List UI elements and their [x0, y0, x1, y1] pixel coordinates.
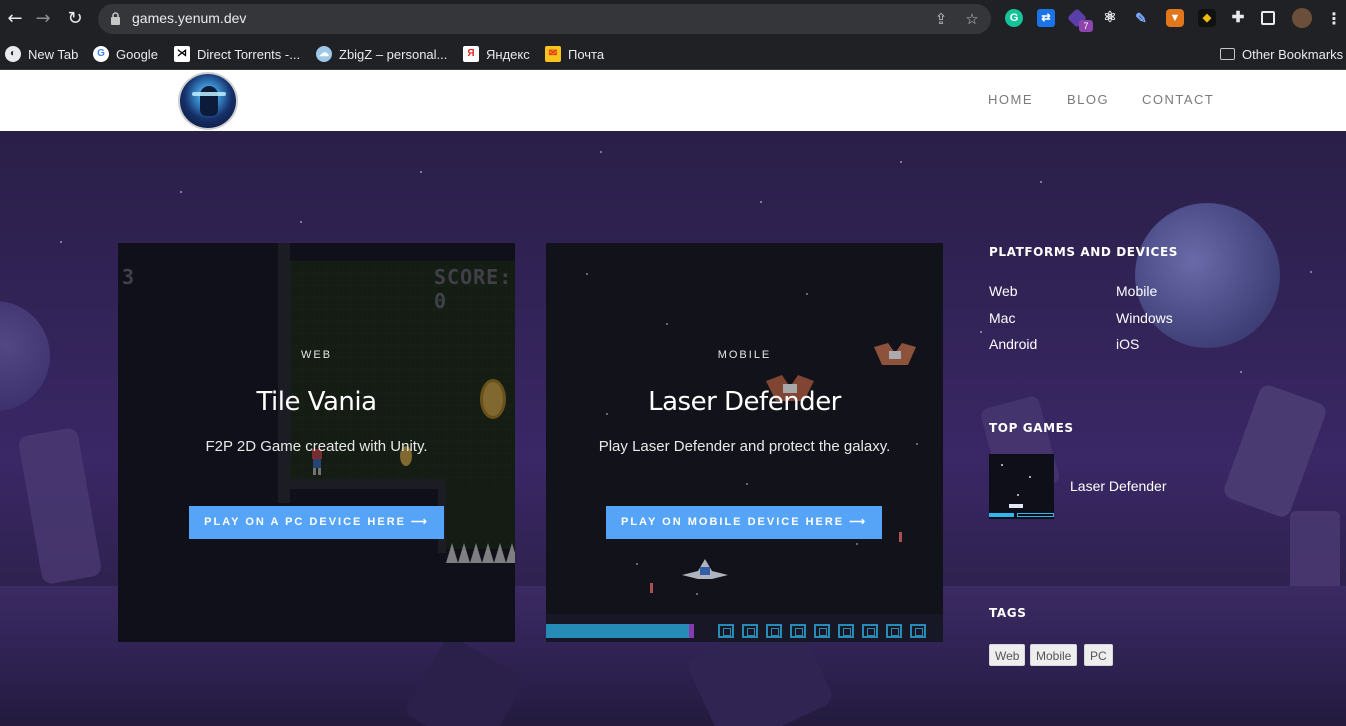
bookmark-label: New Tab [28, 46, 79, 62]
game-title[interactable]: Tile Vania [118, 387, 515, 417]
play-mobile-button[interactable]: PLAY ON MOBILE DEVICE HERE ⟶ [606, 506, 882, 539]
logo-visor [192, 92, 226, 96]
folder-icon [1220, 48, 1235, 60]
tag-web[interactable]: Web [989, 644, 1026, 666]
bookmark-zbigz[interactable]: ☁ ZbigZ – personal... [316, 44, 447, 64]
hero-section: 3 SCORE: 0 WEB Tile Vania F2P 2D Game cr… [0, 131, 1346, 726]
back-icon[interactable]: ← [4, 8, 26, 30]
bookmark-yandex[interactable]: Я Яндекс [463, 44, 530, 64]
bookmark-label: Google [116, 46, 158, 62]
game-platform-tag: WEB [300, 349, 333, 361]
url-text: games.yenum.dev [132, 10, 247, 26]
site-logo[interactable] [178, 72, 238, 130]
react-devtools-icon[interactable]: ⚛ [1101, 9, 1119, 27]
nav-contact[interactable]: CONTACT [1142, 92, 1214, 107]
game-description: F2P 2D Game created with Unity. [205, 438, 428, 455]
other-bookmarks[interactable]: Other Bookmarks [1220, 44, 1343, 64]
tags-heading: TAGS [989, 606, 1027, 620]
metamask-icon[interactable]: ▼ [1166, 9, 1184, 27]
lock-icon [111, 12, 120, 25]
globe-icon: ◐ [5, 46, 21, 62]
tag-mobile[interactable]: Mobile [1030, 644, 1078, 666]
reload-icon[interactable]: ↻ [64, 8, 86, 30]
game-description: Play Laser Defender and protect the gala… [598, 438, 891, 455]
extensions-puzzle-icon[interactable]: ✚ [1229, 9, 1247, 27]
profile-avatar[interactable] [1292, 8, 1312, 28]
bookmark-label: Яндекс [486, 46, 530, 62]
yandex-icon: Я [463, 46, 479, 62]
cloud-icon: ☁ [316, 46, 332, 62]
bookmark-label: Other Bookmarks [1242, 46, 1344, 62]
bookmark-label: Почта [568, 46, 605, 62]
platform-link-android[interactable]: Android [989, 336, 1037, 352]
top-game-thumbnail[interactable] [989, 454, 1054, 519]
top-game-link[interactable]: Laser Defender [1070, 478, 1167, 494]
bookmark-direct-torrents[interactable]: ⋊ Direct Torrents -... [174, 44, 300, 64]
background-planet-left [0, 301, 50, 411]
bookmark-label: ZbigZ – personal... [339, 46, 448, 62]
game-card-tile-vania[interactable]: 3 SCORE: 0 WEB Tile Vania F2P 2D Game cr… [118, 243, 515, 642]
background-planet [1135, 203, 1280, 348]
extension-badge: 7 [1079, 20, 1093, 32]
site-header: HOME BLOG CONTACT [0, 70, 1346, 131]
platform-link-ios[interactable]: iOS [1116, 336, 1139, 352]
bookmark-label: Direct Torrents -... [197, 46, 301, 62]
top-games-heading: TOP GAMES [989, 421, 1074, 435]
pen-extension-icon[interactable]: ✎ [1132, 9, 1150, 27]
grammarly-icon[interactable]: G [1005, 9, 1023, 27]
platform-link-mobile[interactable]: Mobile [1116, 283, 1157, 299]
tag-pc[interactable]: PC [1084, 644, 1113, 666]
platform-link-web[interactable]: Web [989, 283, 1018, 299]
play-pc-button[interactable]: PLAY ON A PC DEVICE HERE ⟶ [189, 506, 444, 539]
bookmark-mail[interactable]: ✉ Почта [545, 44, 604, 64]
torrent-icon: ⋊ [174, 46, 190, 62]
game-title[interactable]: Laser Defender [546, 387, 943, 417]
platform-link-windows[interactable]: Windows [1116, 310, 1173, 326]
nav-blog[interactable]: BLOG [1067, 92, 1109, 107]
nav-home[interactable]: HOME [988, 92, 1033, 107]
forward-icon[interactable]: → [32, 8, 54, 30]
platforms-heading: PLATFORMS AND DEVICES [989, 245, 1179, 259]
logo-figure [200, 86, 218, 116]
game-card-laser-defender[interactable]: MOBILE Laser Defender Play Laser Defende… [546, 243, 943, 642]
share-icon[interactable]: ⇪ [932, 10, 950, 28]
address-bar[interactable]: games.yenum.dev ⇪ ☆ [98, 4, 991, 34]
binance-icon[interactable]: ◆ [1198, 9, 1216, 27]
mail-icon: ✉ [545, 46, 561, 62]
bookmark-star-icon[interactable]: ☆ [963, 10, 981, 28]
platform-link-mac[interactable]: Mac [989, 310, 1015, 326]
game-platform-tag: MOBILE [717, 349, 772, 361]
bookmarks-bar: ◐ New Tab G Google ⋊ Direct Torrents -..… [0, 38, 1346, 70]
bookmark-google[interactable]: G Google [93, 44, 158, 64]
browser-toolbar: ← → ↻ games.yenum.dev ⇪ ☆ G ⇄ 7 ⚛ ✎ ▼ ◆ … [0, 0, 1346, 38]
bookmark-new-tab[interactable]: ◐ New Tab [5, 44, 78, 64]
side-panel-icon[interactable] [1261, 11, 1275, 25]
menu-kebab-icon[interactable]: ⋮ [1326, 9, 1342, 29]
translate-extension-icon[interactable]: ⇄ [1037, 9, 1055, 27]
google-icon: G [93, 46, 109, 62]
